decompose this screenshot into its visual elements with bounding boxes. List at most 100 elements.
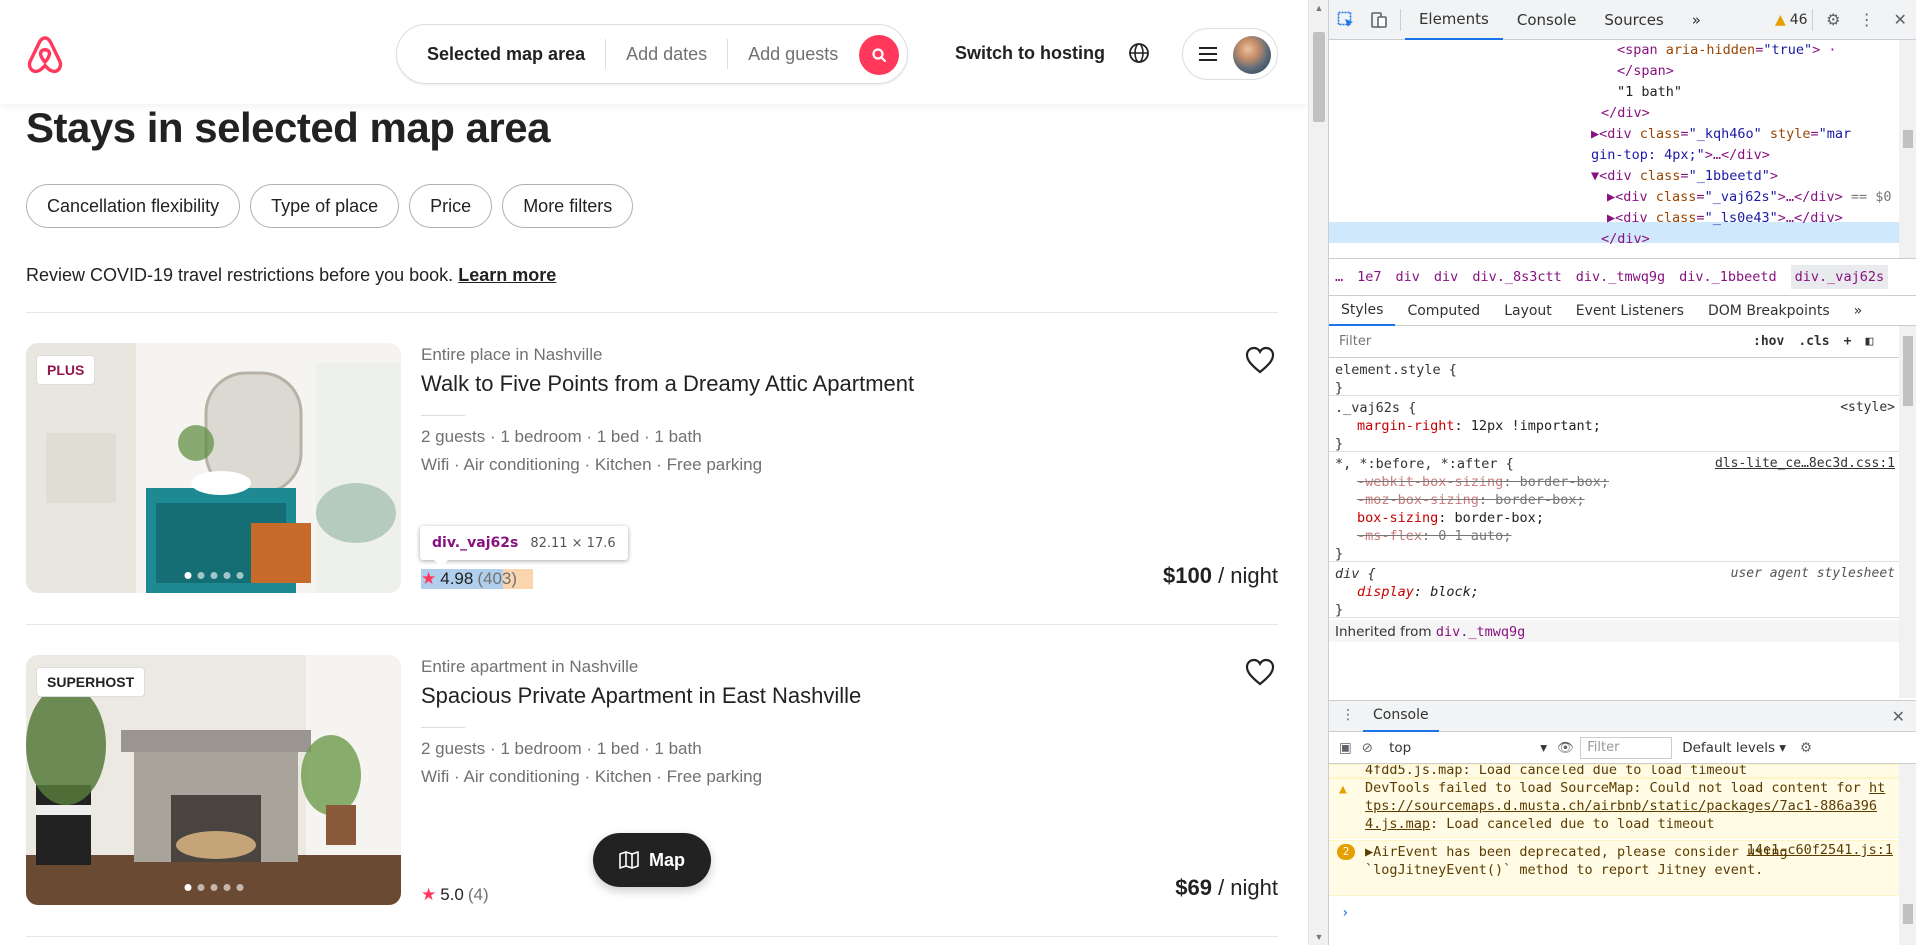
close-icon[interactable]: ✕: [1892, 707, 1905, 726]
search-button[interactable]: [859, 35, 899, 75]
filter-cancellation-button[interactable]: Cancellation flexibility: [26, 184, 241, 228]
page-scrollbar-thumb[interactable]: [1313, 32, 1325, 122]
gear-icon[interactable]: ⚙: [1816, 0, 1850, 40]
search-guests[interactable]: Add guests: [728, 44, 858, 65]
inherited-element-link[interactable]: div._tmwq9g: [1436, 624, 1525, 640]
rule-source-link[interactable]: dls-lite_ce…8ec3d.css:1: [1715, 455, 1895, 473]
cls-toggle[interactable]: .cls: [1798, 334, 1829, 349]
add-rule-icon[interactable]: +: [1844, 334, 1852, 349]
dom-line[interactable]: ▶<div class="_kqh46o" style="mar: [1591, 124, 1851, 145]
console-messages[interactable]: 4fdd5.js.map: Load canceled due to load …: [1329, 764, 1899, 945]
listing-photo[interactable]: PLUS: [26, 343, 401, 593]
dom-tree[interactable]: <span aria-hidden="true"> · </span> "1 b…: [1329, 40, 1916, 258]
learn-more-link[interactable]: Learn more: [458, 265, 556, 285]
breadcrumb-item[interactable]: div._1bbeetd: [1679, 269, 1777, 285]
css-rule-element-style[interactable]: element.style { }: [1329, 358, 1899, 396]
device-toolbar-icon[interactable]: [1363, 0, 1397, 40]
airbnb-logo-icon[interactable]: [24, 34, 66, 76]
dom-line[interactable]: </div>: [1601, 229, 1650, 250]
breadcrumb-item[interactable]: div: [1396, 269, 1420, 285]
listing-name[interactable]: Spacious Private Apartment in East Nashv…: [421, 683, 861, 709]
css-rule[interactable]: ._vaj62s { <style> margin-right: 12px !i…: [1329, 396, 1899, 452]
css-property[interactable]: box-sizing: border-box;: [1335, 509, 1893, 527]
css-rule[interactable]: div { user agent stylesheet display: blo…: [1329, 562, 1899, 618]
dom-line[interactable]: ▼<div class="_1bbeetd">: [1591, 166, 1778, 187]
css-property-overridden[interactable]: -webkit-box-sizing: border-box;: [1335, 473, 1893, 491]
show-map-button[interactable]: Map: [593, 833, 711, 887]
more-tabs-button[interactable]: »: [1678, 0, 1715, 40]
tab-dom-breakpoints[interactable]: DOM Breakpoints: [1696, 296, 1842, 326]
styles-pane[interactable]: element.style { } ._vaj62s { <style> mar…: [1329, 358, 1899, 698]
scrollbar-thumb[interactable]: [1903, 130, 1913, 148]
tab-computed[interactable]: Computed: [1395, 296, 1492, 326]
sidebar-toggle-icon[interactable]: ▣: [1339, 740, 1352, 756]
breadcrumb-item[interactable]: 1e7: [1357, 269, 1381, 285]
styles-filter-input[interactable]: [1337, 330, 1727, 353]
scrollbar-thumb[interactable]: [1903, 336, 1913, 406]
page-scrollbar[interactable]: ▲ ▼: [1308, 0, 1328, 945]
eye-icon[interactable]: 👁: [1557, 740, 1574, 756]
heart-icon[interactable]: [1244, 657, 1276, 687]
clear-console-icon[interactable]: ⊘: [1362, 740, 1373, 756]
scroll-down-arrow-icon[interactable]: ▼: [1309, 929, 1329, 945]
drawer-menu-icon[interactable]: ⋮: [1341, 707, 1355, 723]
tab-event-listeners[interactable]: Event Listeners: [1564, 296, 1696, 326]
photo-carousel-dots[interactable]: [184, 884, 243, 891]
heart-icon[interactable]: [1244, 345, 1276, 375]
photo-carousel-dots[interactable]: [184, 572, 243, 579]
search-bar[interactable]: Selected map area Add dates Add guests: [396, 24, 908, 84]
gear-icon[interactable]: ⚙: [1800, 740, 1812, 756]
kebab-menu-icon[interactable]: ⋮: [1850, 0, 1884, 40]
console-filter-input[interactable]: Filter: [1580, 736, 1673, 759]
console-prompt-icon[interactable]: ›: [1341, 904, 1349, 922]
console-vertical-scrollbar[interactable]: [1899, 764, 1916, 945]
scrollbar-thumb[interactable]: [1903, 904, 1913, 924]
globe-icon[interactable]: [1128, 42, 1150, 64]
dom-line[interactable]: </span>: [1617, 61, 1674, 82]
source-link[interactable]: 14e1-c60f2541.js:1: [1747, 841, 1893, 859]
drawer-tab-console[interactable]: Console: [1363, 700, 1439, 732]
log-levels-dropdown[interactable]: Default levels ▾: [1682, 740, 1786, 756]
search-location[interactable]: Selected map area: [397, 44, 605, 65]
tab-layout[interactable]: Layout: [1492, 296, 1564, 326]
hov-toggle[interactable]: :hov: [1753, 334, 1784, 349]
toggle-sidebar-icon[interactable]: ◧: [1865, 334, 1873, 349]
dom-vertical-scrollbar[interactable]: [1899, 40, 1916, 258]
filter-type-of-place-button[interactable]: Type of place: [250, 184, 400, 228]
context-selector[interactable]: top ▾: [1383, 737, 1553, 759]
tab-styles[interactable]: Styles: [1329, 296, 1396, 326]
filter-more-button[interactable]: More filters: [502, 184, 634, 228]
more-subtabs-button[interactable]: »: [1842, 296, 1875, 326]
search-dates[interactable]: Add dates: [606, 44, 727, 65]
scroll-up-arrow-icon[interactable]: ▲: [1309, 0, 1329, 16]
listing-card[interactable]: PLUS Entire place in Nashville Walk to F…: [26, 343, 1278, 593]
switch-to-hosting-link[interactable]: Switch to hosting: [955, 43, 1105, 64]
styles-vertical-scrollbar[interactable]: [1899, 326, 1916, 698]
css-property-overridden[interactable]: -ms-flex: 0 1 auto;: [1335, 527, 1893, 545]
breadcrumb-item[interactable]: div: [1434, 269, 1458, 285]
dom-line[interactable]: <span aria-hidden="true"> ·: [1617, 40, 1837, 61]
tab-sources[interactable]: Sources: [1590, 0, 1677, 40]
listing-name[interactable]: Walk to Five Points from a Dreamy Attic …: [421, 371, 914, 397]
warnings-counter[interactable]: ▲ 46: [1775, 12, 1808, 28]
breadcrumb-item[interactable]: div._tmwq9g: [1576, 269, 1665, 285]
css-property-overridden[interactable]: -moz-box-sizing: border-box;: [1335, 491, 1893, 509]
filter-price-button[interactable]: Price: [409, 184, 493, 228]
breadcrumb-item[interactable]: div._8s3ctt: [1472, 269, 1561, 285]
css-rule[interactable]: *, *:before, *:after { dls-lite_ce…8ec3d…: [1329, 452, 1899, 562]
listing-photo[interactable]: SUPERHOST: [26, 655, 401, 905]
css-property[interactable]: margin-right: 12px !important;: [1335, 417, 1893, 435]
dom-line[interactable]: </div>: [1601, 103, 1650, 124]
tab-elements[interactable]: Elements: [1404, 0, 1503, 40]
inspect-element-icon[interactable]: [1329, 0, 1363, 40]
close-icon[interactable]: ✕: [1883, 0, 1916, 40]
tab-console[interactable]: Console: [1503, 0, 1591, 40]
dom-line[interactable]: ▶<div class="_ls0e43">…</div>: [1607, 208, 1843, 229]
dom-line[interactable]: gin-top: 4px;">…</div>: [1591, 145, 1770, 166]
breadcrumb-item[interactable]: …: [1335, 269, 1343, 285]
user-menu-button[interactable]: [1182, 28, 1278, 80]
breadcrumb-item-active[interactable]: div._vaj62s: [1790, 265, 1889, 289]
console-message-text[interactable]: ▶AirEvent has been deprecated, please co…: [1365, 844, 1788, 878]
dom-line[interactable]: "1 bath": [1617, 82, 1682, 103]
dom-line-selected[interactable]: ▶<div class="_vaj62s">…</div> == $0: [1607, 187, 1892, 208]
